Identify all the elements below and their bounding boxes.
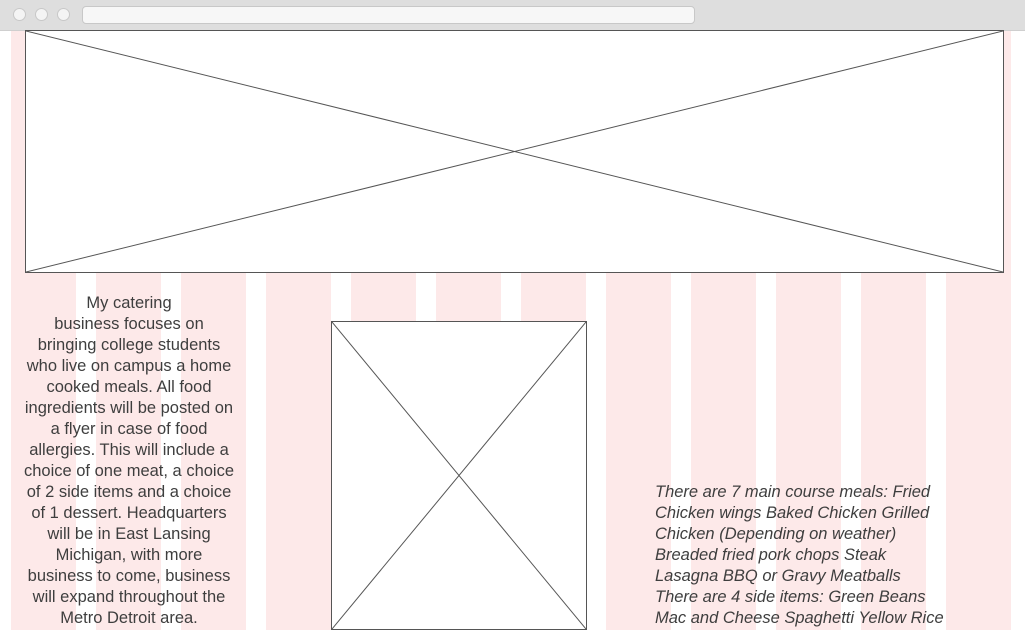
business-description: My catering business focuses on bringing… <box>23 294 235 627</box>
menu-description: There are 7 main course meals: Fried Chi… <box>655 483 944 627</box>
close-window-icon[interactable] <box>13 8 26 21</box>
minimize-window-icon[interactable] <box>35 8 48 21</box>
browser-toolbar <box>0 0 1025 31</box>
content-image-placeholder <box>331 321 587 630</box>
address-bar[interactable] <box>82 6 695 24</box>
header-image-placeholder <box>25 30 1004 273</box>
maximize-window-icon[interactable] <box>57 8 70 21</box>
image-placeholder-icon <box>332 322 586 629</box>
image-placeholder-icon <box>26 31 1003 272</box>
